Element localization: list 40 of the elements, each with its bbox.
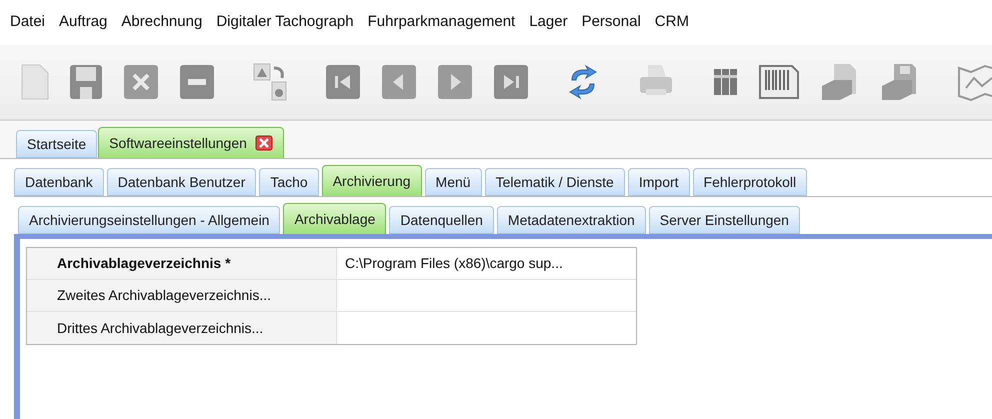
property-label: Drittes Archivablageverzeichnis... bbox=[27, 312, 337, 344]
minus-icon[interactable] bbox=[178, 63, 216, 101]
property-label: Archivablageverzeichnis * bbox=[27, 248, 337, 279]
tab[interactable]: Softwareeinstellungen bbox=[98, 127, 284, 159]
tab[interactable]: Import bbox=[628, 168, 690, 196]
menu-item[interactable]: Lager bbox=[529, 11, 568, 34]
menu-item[interactable]: Auftrag bbox=[59, 11, 108, 34]
swap-image-icon[interactable] bbox=[252, 62, 288, 102]
tab[interactable]: Startseite bbox=[16, 130, 98, 158]
close-icon[interactable] bbox=[254, 135, 273, 151]
menu-item[interactable]: Digitaler Tachograph bbox=[216, 11, 354, 34]
save-icon[interactable] bbox=[68, 63, 104, 101]
tab[interactable]: Fehlerprotokoll bbox=[692, 168, 808, 196]
tab[interactable]: Datenbank bbox=[14, 168, 104, 196]
property-label: Zweites Archivablageverzeichnis... bbox=[27, 280, 337, 311]
menu-item[interactable]: CRM bbox=[654, 11, 689, 34]
previous-record-icon[interactable] bbox=[380, 63, 418, 101]
menu-item[interactable]: Personal bbox=[582, 11, 641, 34]
barcode-icon[interactable] bbox=[758, 64, 800, 100]
tab[interactable]: Telematik / Dienste bbox=[484, 168, 625, 196]
first-record-icon[interactable] bbox=[324, 63, 362, 101]
tab[interactable]: Archivierungseinstellungen - Allgemein bbox=[18, 206, 280, 234]
tab[interactable]: Archivablage bbox=[283, 203, 386, 235]
property-value-field[interactable]: C:\Program Files (x86)\cargo sup... bbox=[337, 248, 636, 279]
tab[interactable]: Metadatenextraktion bbox=[496, 206, 646, 234]
next-record-icon[interactable] bbox=[436, 63, 474, 101]
menu-item[interactable]: Datei bbox=[10, 11, 46, 34]
menu-item[interactable]: Fuhrparkmanagement bbox=[368, 11, 516, 34]
tab[interactable]: Datenbank Benutzer bbox=[106, 168, 256, 196]
last-record-icon[interactable] bbox=[492, 63, 530, 101]
tab[interactable]: Tacho bbox=[259, 168, 319, 196]
delete-icon[interactable] bbox=[122, 63, 160, 101]
tab[interactable]: Archivierung bbox=[322, 165, 422, 197]
map-icon[interactable] bbox=[956, 62, 992, 102]
new-document-icon[interactable] bbox=[20, 63, 50, 101]
tab[interactable]: Server Einstellungen bbox=[648, 206, 800, 234]
tab[interactable]: Datenquellen bbox=[389, 206, 494, 234]
binders-icon[interactable] bbox=[712, 67, 740, 97]
tab[interactable]: Menü bbox=[424, 168, 482, 196]
menu-item[interactable]: Abrechnung bbox=[121, 11, 202, 34]
